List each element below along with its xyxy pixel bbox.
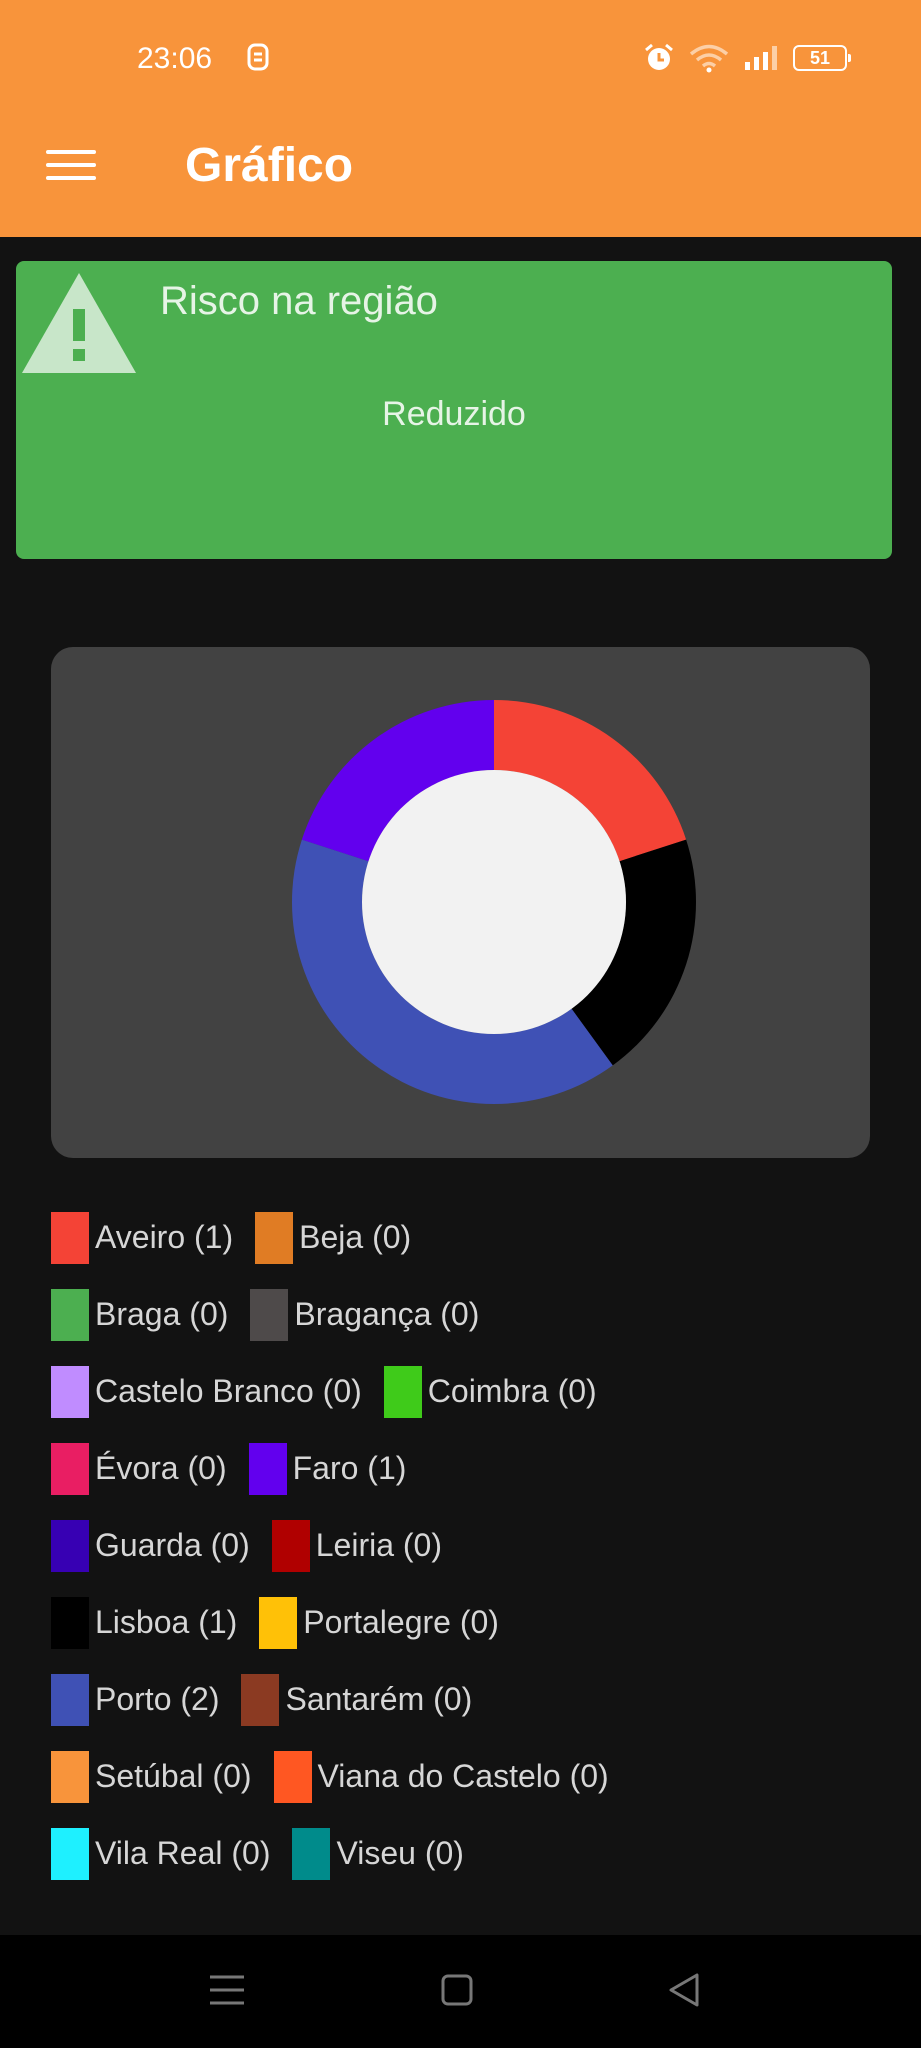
back-triangle-icon[interactable] [661, 1965, 711, 2015]
legend-label: Porto (2) [95, 1681, 220, 1717]
legend-item: Leiria (0) [271, 1519, 442, 1572]
legend-item: Coimbra (0) [383, 1365, 597, 1418]
legend-swatch [51, 1827, 89, 1880]
legend-row: Guarda (0) Leiria (0) [51, 1507, 871, 1584]
legend-label: Viseu (0) [336, 1835, 464, 1871]
legend-item: Braga (0) [51, 1288, 229, 1341]
legend-swatch [51, 1442, 89, 1495]
legend-row: Aveiro (1) Beja (0) [51, 1199, 871, 1276]
legend-swatch [51, 1673, 89, 1726]
legend-label: Leiria (0) [315, 1527, 442, 1563]
legend-item: Aveiro (1) [51, 1211, 234, 1264]
legend-swatch [248, 1442, 287, 1495]
status-icons: 51 [643, 40, 851, 76]
legend-label: Aveiro (1) [95, 1219, 234, 1255]
legend-row: Braga (0) Bragança (0) [51, 1276, 871, 1353]
legend-label: Vila Real (0) [95, 1835, 271, 1871]
legend-swatch [51, 1365, 89, 1418]
legend-label: Castelo Branco (0) [95, 1373, 362, 1409]
menu-icon-line [46, 176, 96, 180]
legend-label: Bragança (0) [294, 1296, 480, 1332]
menu-icon-line [46, 163, 96, 167]
legend-label: Évora (0) [95, 1450, 227, 1486]
legend-item: Porto (2) [51, 1673, 220, 1726]
legend-swatch [51, 1750, 89, 1803]
legend-label: Portalegre (0) [303, 1604, 499, 1640]
legend-label: Beja (0) [299, 1219, 412, 1255]
donut-chart [291, 700, 696, 1104]
page-title: Gráfico [185, 139, 354, 192]
legend-swatch [292, 1827, 331, 1880]
legend-item: Évora (0) [51, 1442, 227, 1495]
legend-row: Porto (2) Santarém (0) [51, 1661, 871, 1738]
legend-swatch [241, 1673, 280, 1726]
battery-icon: 51 [793, 45, 851, 71]
wifi-icon [689, 44, 729, 73]
risk-title: Risco na região [160, 279, 438, 323]
legend-item: Setúbal (0) [51, 1750, 252, 1803]
signal-icon [745, 46, 777, 70]
legend-swatch [259, 1596, 298, 1649]
app-bar: 23:06 51 Gráfico [0, 0, 921, 237]
legend-label: Viana do Castelo (0) [317, 1758, 609, 1794]
risk-card: Risco na região Reduzido [16, 261, 892, 559]
legend-row: Castelo Branco (0) Coimbra (0) [51, 1353, 871, 1430]
legend-label: Coimbra (0) [427, 1373, 597, 1409]
legend-swatch [51, 1288, 89, 1341]
legend-label: Santarém (0) [285, 1681, 473, 1717]
legend-swatch [383, 1365, 422, 1418]
risk-level: Reduzido [382, 395, 526, 433]
legend-swatch [255, 1211, 294, 1264]
warning-icon [22, 273, 136, 373]
legend-swatch [271, 1519, 310, 1572]
alarm-icon [645, 43, 673, 70]
legend-swatch [51, 1211, 89, 1264]
legend-item: Lisboa (1) [51, 1596, 238, 1649]
legend-row: Lisboa (1) Portalegre (0) [51, 1584, 871, 1661]
legend-item: Portalegre (0) [259, 1596, 499, 1649]
legend-item: Beja (0) [255, 1211, 412, 1264]
legend-swatch [250, 1288, 289, 1341]
legend-item: Santarém (0) [241, 1673, 473, 1726]
legend-row: Setúbal (0) Viana do Castelo (0) [51, 1738, 871, 1815]
legend-item: Viseu (0) [292, 1827, 464, 1880]
app-notification-icon [247, 43, 269, 71]
chart-panel [51, 647, 870, 1158]
legend-label: Lisboa (1) [95, 1604, 238, 1640]
legend-item: Faro (1) [248, 1442, 407, 1495]
home-square-icon[interactable] [432, 1965, 482, 2015]
screen: 23:06 51 Gráfico Risco na região Reduzid… [0, 0, 921, 2048]
legend-row: Vila Real (0) Viseu (0) [51, 1815, 871, 1892]
donut-hole [362, 770, 626, 1034]
status-time: 23:06 [137, 42, 213, 75]
system-nav-bar [0, 1935, 921, 2048]
legend-item: Castelo Branco (0) [51, 1365, 362, 1418]
recents-menu-icon[interactable] [202, 1965, 252, 2015]
legend-label: Faro (1) [292, 1450, 407, 1486]
chart-legend: Aveiro (1) Beja (0) Braga (0) Bragança (0) C… [51, 1199, 871, 1892]
legend-label: Setúbal (0) [95, 1758, 252, 1794]
legend-item: Guarda (0) [51, 1519, 250, 1572]
legend-swatch [51, 1596, 89, 1649]
legend-item: Bragança (0) [250, 1288, 480, 1341]
legend-label: Braga (0) [95, 1296, 229, 1332]
legend-item: Vila Real (0) [51, 1827, 271, 1880]
menu-button[interactable] [40, 138, 102, 192]
legend-item: Viana do Castelo (0) [273, 1750, 609, 1803]
legend-swatch [51, 1519, 89, 1572]
legend-label: Guarda (0) [95, 1527, 250, 1563]
legend-swatch [273, 1750, 312, 1803]
legend-row: Évora (0) Faro (1) [51, 1430, 871, 1507]
menu-icon-line [46, 150, 96, 154]
